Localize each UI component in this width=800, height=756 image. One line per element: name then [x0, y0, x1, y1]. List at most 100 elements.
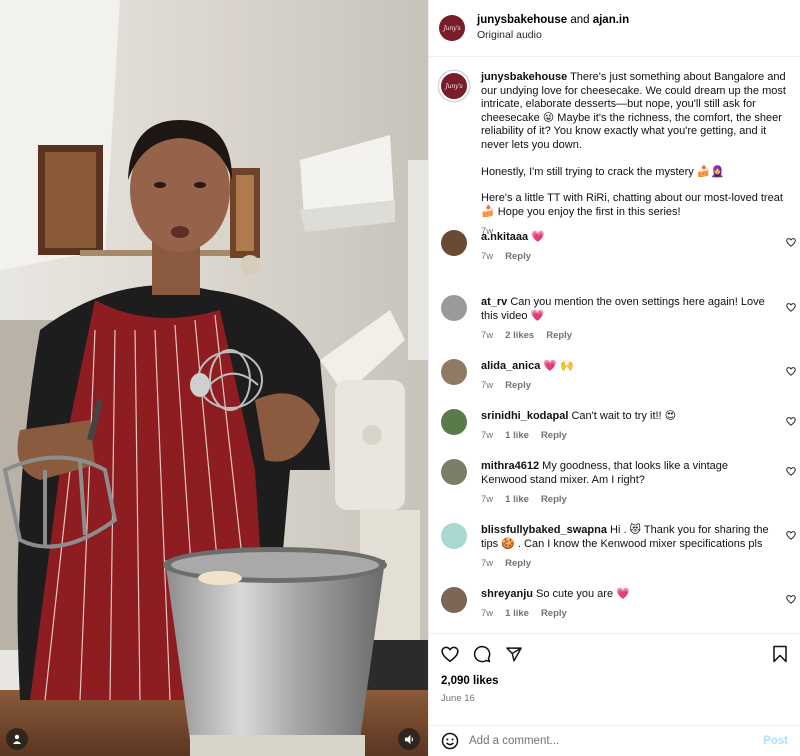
- comment-username-link[interactable]: shreyanju: [481, 588, 533, 600]
- comment-meta: 7w 2 likes Reply: [481, 329, 774, 343]
- comment-body: alida_anica 💗 🙌 7w Reply: [481, 359, 574, 393]
- likes-count[interactable]: 2,090 likes: [441, 675, 788, 687]
- comment-icon[interactable]: [473, 645, 491, 663]
- comment-reply-button[interactable]: Reply: [541, 493, 567, 507]
- comment-age: 7w: [481, 430, 494, 441]
- comment-age: 7w: [481, 330, 494, 341]
- bookmark-icon[interactable]: [772, 645, 788, 663]
- comments-scroll-area[interactable]: Juny's junysbakehouse There's just somet…: [429, 57, 800, 633]
- comment-avatar[interactable]: [441, 359, 467, 385]
- caption-avatar[interactable]: Juny's: [439, 71, 469, 101]
- comment-reply-button[interactable]: Reply: [541, 429, 567, 443]
- account-username-link[interactable]: junysbakehouse: [477, 14, 567, 26]
- comment-body: at_rv Can you mention the oven settings …: [481, 295, 774, 343]
- comment-meta: 7w 1 like Reply: [481, 607, 630, 621]
- comment-likes-link[interactable]: 1 like: [505, 607, 529, 621]
- comment-reply-button[interactable]: Reply: [505, 379, 531, 393]
- comment-text: Can you mention the oven settings here a…: [481, 296, 765, 322]
- heart-icon: [786, 238, 796, 247]
- comment-avatar[interactable]: [441, 587, 467, 613]
- comment-item: alida_anica 💗 🙌 7w Reply: [429, 359, 800, 393]
- reel-video[interactable]: [0, 0, 428, 756]
- comment-body: mithra4612 My goodness, that looks like …: [481, 459, 774, 507]
- comment-reply-button[interactable]: Reply: [505, 250, 531, 264]
- header-connector: and: [567, 14, 593, 26]
- post-side-panel: Juny's junysbakehouse and ajan.in Origin…: [428, 0, 800, 756]
- heart-icon: [786, 367, 796, 376]
- comment-line: alida_anica 💗 🙌: [481, 359, 574, 373]
- comment-username-link[interactable]: srinidhi_kodapal: [481, 410, 568, 422]
- comment-line: blissfullybaked_swapna Hi . 😻 Thank you …: [481, 523, 774, 551]
- caption-avatar-logo: Juny's: [445, 82, 463, 90]
- add-comment-bar: Post: [429, 725, 800, 756]
- comment-like-button[interactable]: [786, 417, 796, 426]
- header-title: junysbakehouse and ajan.in: [477, 13, 629, 28]
- comment-line: mithra4612 My goodness, that looks like …: [481, 459, 774, 487]
- audio-icon: [404, 734, 413, 744]
- comment-reply-button[interactable]: Reply: [541, 607, 567, 621]
- comment-item: a.nkitaaa 💗 7w Reply: [429, 230, 800, 264]
- comment-likes-link[interactable]: 1 like: [505, 493, 529, 507]
- account-avatar[interactable]: Juny's: [439, 15, 465, 41]
- comment-meta: 7w Reply: [481, 557, 774, 571]
- comment-username-link[interactable]: alida_anica: [481, 360, 540, 372]
- heart-icon: [786, 531, 796, 540]
- comment-line: at_rv Can you mention the oven settings …: [481, 295, 774, 323]
- caption-paragraph-1: junysbakehouse There's just something ab…: [481, 71, 788, 153]
- comment-username-link[interactable]: mithra4612: [481, 460, 539, 472]
- comment-username-link[interactable]: blissfullybaked_swapna: [481, 524, 607, 536]
- comment-text: 💗 🙌: [543, 360, 574, 372]
- collaborator-username-link[interactable]: ajan.in: [593, 14, 629, 26]
- caption-username-link[interactable]: junysbakehouse: [481, 71, 567, 83]
- caption-paragraph-2: Honestly, I'm still trying to crack the …: [481, 165, 725, 178]
- comment-likes-link[interactable]: 2 likes: [505, 329, 534, 343]
- comment-reply-button[interactable]: Reply: [505, 557, 531, 571]
- comment-likes-link[interactable]: 1 like: [505, 429, 529, 443]
- comment-age: 7w: [481, 251, 494, 262]
- post-actions: 2,090 likes June 16: [429, 633, 800, 725]
- comment-item: mithra4612 My goodness, that looks like …: [429, 459, 800, 507]
- comment-username-link[interactable]: at_rv: [481, 296, 507, 308]
- comment-age: 7w: [481, 608, 494, 619]
- comment-text: So cute you are 💗: [536, 588, 630, 600]
- comment-avatar[interactable]: [441, 459, 467, 485]
- comment-like-button[interactable]: [786, 303, 796, 312]
- comment-like-button[interactable]: [786, 238, 796, 247]
- post-header: Juny's junysbakehouse and ajan.in Origin…: [429, 0, 800, 57]
- heart-icon: [786, 303, 796, 312]
- comment-item: at_rv Can you mention the oven settings …: [429, 295, 800, 343]
- comment-meta: 7w 1 like Reply: [481, 429, 676, 443]
- comment-line: srinidhi_kodapal Can't wait to try it!! …: [481, 409, 676, 423]
- caption-paragraph-3: Here's a little TT with RiRi, chatting a…: [481, 192, 783, 218]
- comment-avatar[interactable]: [441, 295, 467, 321]
- comment-like-button[interactable]: [786, 595, 796, 604]
- comment-like-button[interactable]: [786, 367, 796, 376]
- comment-age: 7w: [481, 494, 494, 505]
- comment-avatar[interactable]: [441, 230, 467, 256]
- header-text: junysbakehouse and ajan.in Original audi…: [477, 13, 629, 43]
- audio-toggle-button[interactable]: [398, 728, 420, 750]
- comment-age: 7w: [481, 380, 494, 391]
- comment-item: blissfullybaked_swapna Hi . 😻 Thank you …: [429, 523, 800, 571]
- share-icon[interactable]: [505, 646, 523, 663]
- comment-meta: 7w Reply: [481, 250, 545, 264]
- comment-reply-button[interactable]: Reply: [546, 329, 572, 343]
- post-comment-button[interactable]: Post: [763, 735, 788, 747]
- comment-avatar[interactable]: [441, 409, 467, 435]
- heart-icon: [786, 595, 796, 604]
- comment-like-button[interactable]: [786, 467, 796, 476]
- heart-icon: [786, 467, 796, 476]
- audio-link[interactable]: Original audio: [477, 28, 629, 43]
- comment-body: blissfullybaked_swapna Hi . 😻 Thank you …: [481, 523, 774, 571]
- comment-username-link[interactable]: a.nkitaaa: [481, 231, 528, 243]
- comment-body: srinidhi_kodapal Can't wait to try it!! …: [481, 409, 676, 443]
- comment-like-button[interactable]: [786, 531, 796, 540]
- emoji-icon[interactable]: [441, 732, 459, 750]
- comment-meta: 7w Reply: [481, 379, 574, 393]
- comment-body: shreyanju So cute you are 💗 7w 1 like Reply: [481, 587, 630, 621]
- comment-item: srinidhi_kodapal Can't wait to try it!! …: [429, 409, 800, 443]
- comment-avatar[interactable]: [441, 523, 467, 549]
- heart-icon[interactable]: [441, 646, 459, 663]
- comment-input[interactable]: [469, 735, 764, 747]
- tagged-users-button[interactable]: [6, 728, 28, 750]
